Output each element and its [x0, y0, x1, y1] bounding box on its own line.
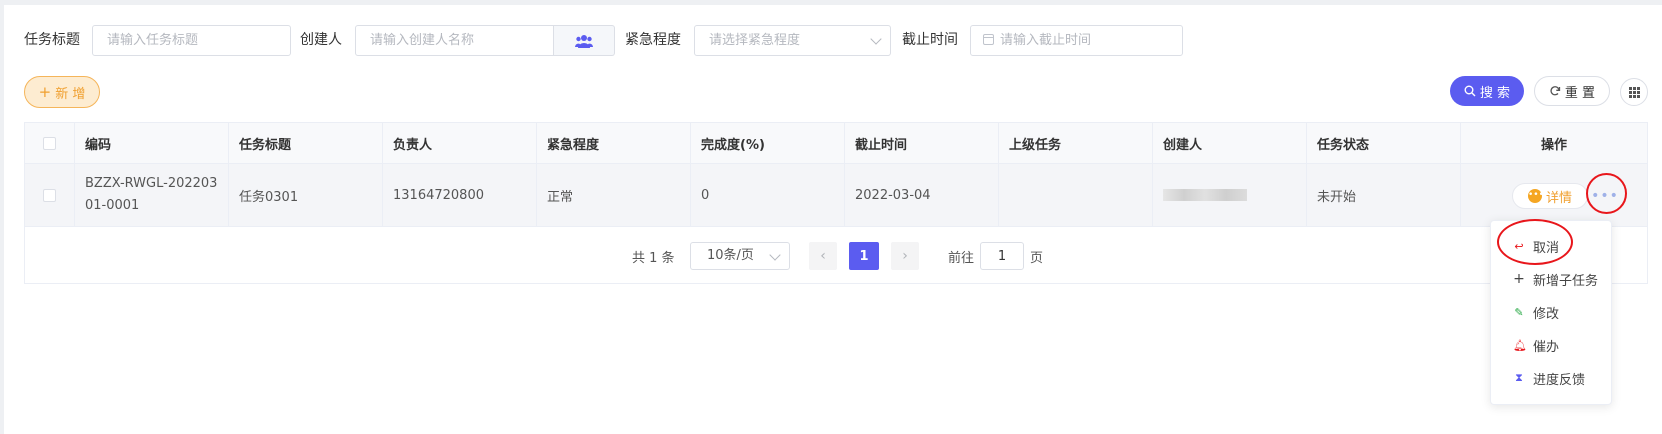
creator-cell [1153, 164, 1307, 226]
row-actions-menu: ↩ 取消 + 新增子任务 ✎ 修改 🔔︎ 催办 ⧗ 进度反馈 [1490, 220, 1612, 405]
more-dots-icon: ••• [1527, 189, 1544, 203]
urgency-select[interactable]: 请选择紧急程度 [694, 25, 891, 56]
top-strip [0, 0, 1662, 5]
urgency-placeholder: 请选择紧急程度 [709, 33, 801, 48]
calendar-icon [983, 34, 994, 45]
column-header[interactable]: 任务标题 [229, 123, 383, 163]
chevron-down-icon [769, 249, 781, 261]
search-button-label: 搜 索 [1479, 85, 1511, 101]
menu-item-urge[interactable]: 🔔︎ 催办 [1491, 331, 1613, 359]
table-header: 编码 任务标题 负责人 紧急程度 完成度(%) 截止时间 上级任务 创建人 任务… [25, 123, 1647, 164]
chevron-right-icon: › [902, 248, 908, 264]
column-header[interactable]: 截止时间 [845, 123, 999, 163]
chevron-left-icon: ‹ [820, 248, 826, 264]
column-header[interactable]: 完成度(%) [691, 123, 845, 163]
menu-item-progress-feedback[interactable]: ⧗ 进度反馈 [1491, 364, 1613, 392]
column-header[interactable]: 创建人 [1153, 123, 1307, 163]
title-input[interactable]: 请输入任务标题 [92, 25, 291, 56]
menu-item-cancel[interactable]: ↩ 取消 [1491, 232, 1613, 260]
table-row[interactable]: BZZX-RWGL-20220301-0001 任务0301 131647208… [25, 164, 1647, 227]
status-cell: 未开始 [1307, 164, 1461, 226]
reset-button[interactable]: 重 置 [1534, 76, 1610, 106]
code-value: BZZX-RWGL-20220301-0001 [85, 176, 218, 213]
pagination-total: 共 1 条 [632, 250, 675, 266]
users-icon [575, 34, 593, 48]
reset-button-label: 重 置 [1564, 85, 1596, 101]
select-all-cell [25, 123, 75, 163]
menu-item-label: 进度反馈 [1533, 372, 1586, 388]
refresh-icon [1550, 86, 1561, 96]
column-settings-button[interactable] [1620, 78, 1648, 106]
plus-icon: + [1513, 271, 1525, 287]
left-strip [0, 0, 4, 434]
add-button-label: 新 增 [55, 86, 86, 102]
cancel-icon: ↩ [1514, 239, 1524, 253]
more-actions-button[interactable]: ••• [1591, 183, 1619, 209]
select-all-checkbox[interactable] [43, 136, 56, 150]
title-filter-label: 任务标题 [24, 32, 80, 48]
menu-item-add-subtask[interactable]: + 新增子任务 [1491, 265, 1613, 293]
title-cell: 任务0301 [229, 164, 383, 226]
column-header: 操作 [1540, 137, 1567, 153]
row-select-cell [25, 164, 75, 226]
row-checkbox[interactable] [43, 188, 56, 202]
search-button[interactable]: 搜 索 [1450, 76, 1524, 106]
deadline-cell: 2022-03-04 [845, 164, 999, 226]
next-page-button[interactable]: › [891, 242, 919, 270]
blurred-creator-name [1163, 189, 1247, 201]
add-button[interactable]: + 新 增 [24, 76, 100, 108]
column-header[interactable]: 任务状态 [1307, 123, 1461, 163]
column-header[interactable]: 负责人 [383, 123, 537, 163]
urgency-filter-label: 紧急程度 [625, 32, 681, 48]
page-suffix-label: 页 [1030, 250, 1044, 266]
prev-page-button[interactable]: ‹ [809, 242, 837, 270]
hourglass-icon: ⧗ [1515, 371, 1523, 384]
menu-item-label: 修改 [1533, 306, 1560, 322]
deadline-placeholder: 请输入截止时间 [1000, 33, 1092, 48]
goto-label: 前往 [948, 250, 975, 266]
menu-item-label: 取消 [1533, 240, 1560, 256]
plus-icon: + [38, 83, 52, 101]
completion-cell: 0 [691, 164, 845, 226]
menu-item-edit[interactable]: ✎ 修改 [1491, 298, 1613, 326]
page-size-select[interactable]: 10条/页 [690, 242, 790, 270]
owner-cell: 13164720800 [383, 164, 537, 226]
goto-page-input[interactable]: 1 [980, 242, 1024, 270]
chevron-down-icon [870, 33, 882, 45]
column-header[interactable]: 紧急程度 [537, 123, 691, 163]
creator-input[interactable]: 请输入创建人名称 [355, 25, 554, 56]
grid-icon [1628, 86, 1640, 98]
deadline-input[interactable]: 请输入截止时间 [970, 25, 1183, 56]
bell-icon: 🔔︎ [1513, 338, 1527, 352]
parent-task-cell [999, 164, 1153, 226]
menu-item-label: 新增子任务 [1533, 273, 1599, 289]
urgency-cell: 正常 [537, 164, 691, 226]
menu-item-label: 催办 [1533, 339, 1560, 355]
page-size-value: 10条/页 [707, 248, 754, 263]
column-header[interactable]: 编码 [75, 123, 229, 163]
deadline-filter-label: 截止时间 [902, 32, 958, 48]
edit-icon: ✎ [1514, 305, 1524, 319]
page-number-current[interactable]: 1 [849, 242, 879, 270]
code-cell: BZZX-RWGL-20220301-0001 [75, 164, 229, 226]
column-header[interactable]: 上级任务 [999, 123, 1153, 163]
select-creator-button[interactable] [554, 25, 615, 56]
creator-filter-label: 创建人 [300, 32, 342, 48]
detail-button-label: 详情 [1545, 190, 1572, 206]
search-icon [1464, 85, 1476, 97]
detail-button[interactable]: ••• 详情 [1512, 183, 1588, 209]
